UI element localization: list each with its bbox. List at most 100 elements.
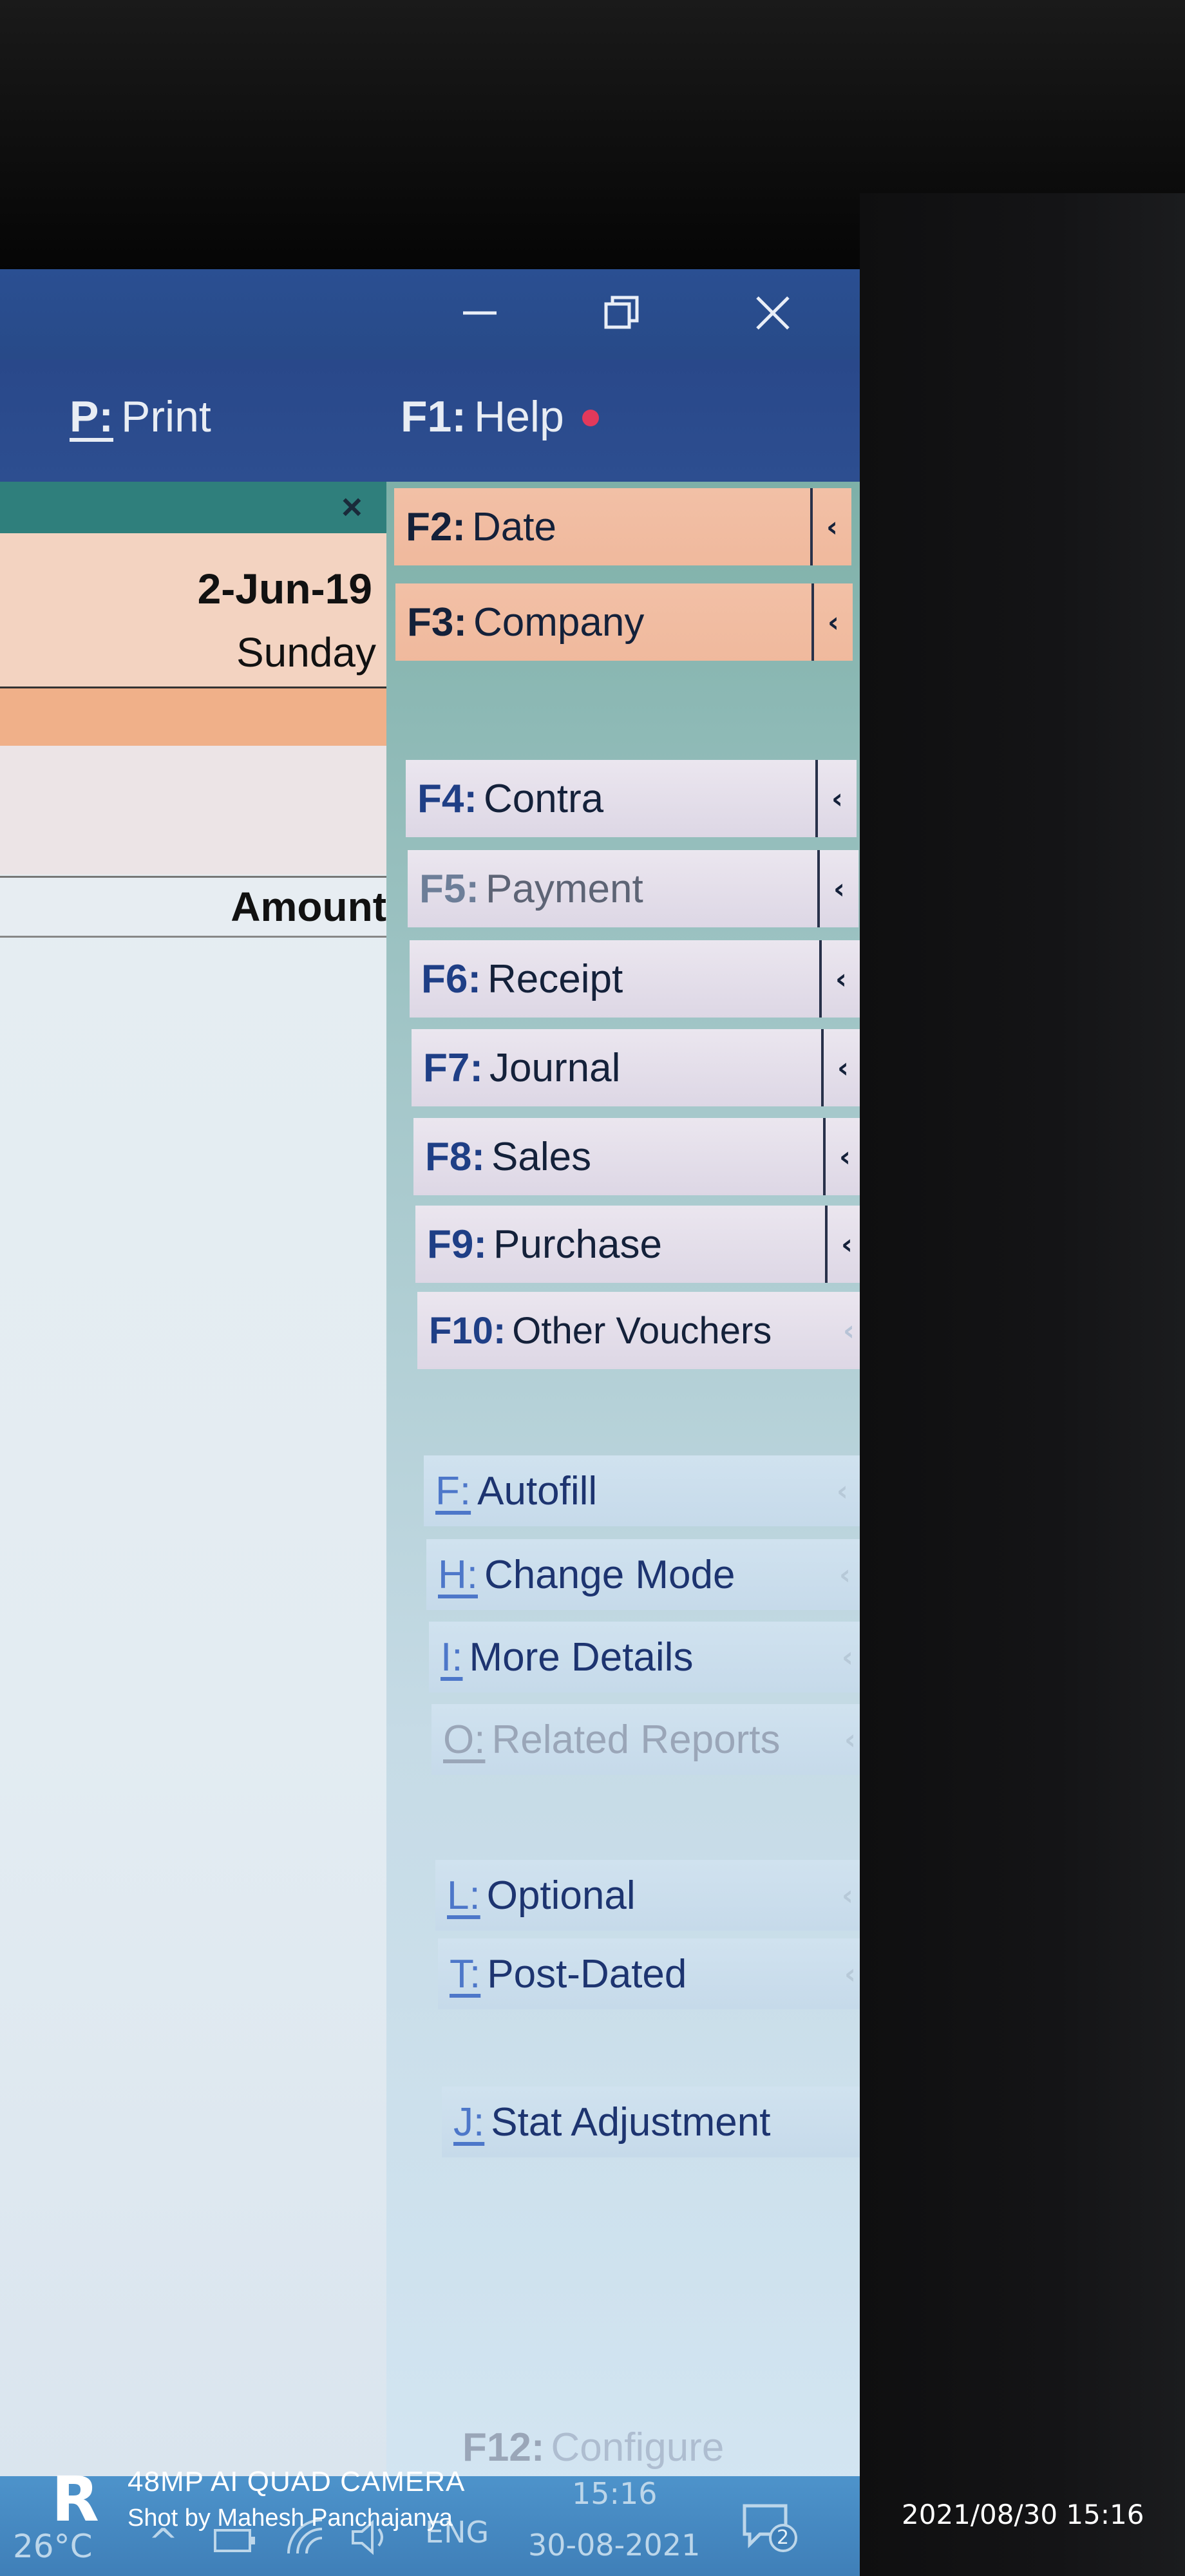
restore-button[interactable] bbox=[586, 281, 657, 345]
menu-bar: P: Print F1: Help bbox=[0, 359, 860, 482]
chevron-left-icon: ‹ bbox=[844, 1957, 857, 1991]
button-key: T: bbox=[450, 1951, 481, 1996]
button-key: F3: bbox=[407, 600, 467, 645]
help-label: Help bbox=[474, 392, 564, 441]
restore-icon bbox=[604, 296, 639, 329]
title-bar bbox=[0, 269, 860, 359]
button-key: F2: bbox=[406, 504, 466, 549]
amount-header-label: Amount bbox=[231, 884, 386, 930]
panel-close-icon[interactable]: × bbox=[341, 486, 363, 527]
voucher-day: Sunday bbox=[236, 629, 376, 676]
screen: P: Print F1: Help × 2-Jun-19 Sunday Amou… bbox=[0, 269, 860, 2576]
voucher-panel: × 2-Jun-19 Sunday Amount bbox=[0, 482, 386, 2576]
help-shortcut-key: F1: bbox=[401, 392, 466, 441]
button-label: Contra bbox=[484, 776, 604, 821]
receipt-button[interactable]: F6: Receipt ‹ bbox=[410, 940, 860, 1018]
chevron-left-icon: ‹ bbox=[810, 488, 851, 565]
button-key: L: bbox=[447, 1873, 480, 1918]
contra-button[interactable]: F4: Contra ‹ bbox=[406, 760, 857, 837]
minimize-icon bbox=[463, 311, 497, 315]
chevron-left-icon: ‹ bbox=[841, 1879, 854, 1912]
button-label: Date bbox=[472, 504, 556, 549]
chevron-left-icon: ‹ bbox=[841, 1640, 854, 1674]
button-key: F5: bbox=[419, 866, 479, 911]
button-key: H: bbox=[438, 1552, 478, 1597]
button-label: Sales bbox=[491, 1134, 592, 1179]
notification-dot-icon bbox=[582, 410, 599, 426]
chevron-left-icon: ‹ bbox=[839, 1558, 851, 1591]
button-label: Related Reports bbox=[491, 1717, 781, 1762]
monitor-bezel-right bbox=[860, 193, 1185, 2576]
button-key: F6: bbox=[421, 956, 481, 1001]
chevron-left-icon: ‹ bbox=[815, 760, 857, 837]
button-bar: F2: Date ‹ F3: Company ‹ F4: Contra ‹ F5… bbox=[386, 482, 860, 2576]
photo-timestamp: 2021/08/30 15:16 bbox=[902, 2499, 1144, 2530]
notification-icon bbox=[743, 2504, 797, 2552]
company-button[interactable]: F3: Company ‹ bbox=[395, 583, 853, 661]
button-label: Autofill bbox=[477, 1468, 598, 1513]
chevron-left-icon: ‹ bbox=[817, 850, 858, 927]
close-button[interactable] bbox=[737, 281, 808, 345]
watermark-camera-text: 48MP AI QUAD CAMERA bbox=[128, 2466, 466, 2497]
change-mode-button[interactable]: H: Change Mode ‹ bbox=[426, 1539, 860, 1610]
optional-button[interactable]: L: Optional ‹ bbox=[435, 1860, 860, 1931]
more-details-button[interactable]: I: More Details ‹ bbox=[429, 1622, 860, 1692]
button-label: Other Vouchers bbox=[512, 1309, 772, 1352]
sales-button[interactable]: F8: Sales ‹ bbox=[413, 1118, 860, 1195]
voucher-date: 2-Jun-19 bbox=[197, 565, 372, 612]
close-icon bbox=[756, 296, 790, 330]
chevron-left-icon: ‹ bbox=[811, 583, 853, 661]
button-key: F10: bbox=[429, 1309, 506, 1352]
print-shortcut-key: P: bbox=[70, 392, 113, 441]
panel-header-strip: × bbox=[0, 482, 386, 533]
button-label: Stat Adjustment bbox=[491, 2099, 771, 2145]
button-label: Post-Dated bbox=[487, 1951, 687, 1996]
journal-button[interactable]: F7: Journal ‹ bbox=[412, 1029, 860, 1106]
button-label: Configure bbox=[551, 2425, 725, 2470]
details-area bbox=[0, 746, 386, 875]
camera-brand-logo: R bbox=[52, 2463, 99, 2535]
button-key: F12: bbox=[462, 2425, 545, 2470]
button-key: F: bbox=[435, 1468, 471, 1513]
other-vouchers-button[interactable]: F10: Other Vouchers ‹ bbox=[417, 1292, 860, 1369]
purchase-button[interactable]: F9: Purchase ‹ bbox=[415, 1206, 860, 1283]
button-key: F8: bbox=[425, 1134, 485, 1179]
highlight-bar bbox=[0, 687, 386, 748]
payment-button[interactable]: F5: Payment ‹ bbox=[408, 850, 858, 927]
button-label: Receipt bbox=[488, 956, 623, 1001]
button-key: F7: bbox=[423, 1045, 483, 1090]
watermark-credit-text: Shot by Mahesh Panchajanya bbox=[128, 2505, 453, 2532]
help-menu-item[interactable]: F1: Help bbox=[401, 392, 599, 442]
notification-count: 2 bbox=[777, 2526, 790, 2549]
configure-button[interactable]: F12: Configure bbox=[451, 2415, 860, 2479]
button-label: Company bbox=[473, 600, 645, 645]
date-button[interactable]: F2: Date ‹ bbox=[394, 488, 851, 565]
button-label: More Details bbox=[469, 1634, 694, 1680]
chevron-left-icon: ‹ bbox=[823, 1118, 860, 1195]
chevron-left-icon: ‹ bbox=[836, 1474, 849, 1508]
notification-button[interactable]: 2 bbox=[741, 2502, 799, 2553]
button-label: Optional bbox=[486, 1873, 636, 1918]
button-key: O: bbox=[443, 1717, 486, 1762]
post-dated-button[interactable]: T: Post-Dated ‹ bbox=[438, 1938, 860, 2009]
related-reports-button[interactable]: O: Related Reports ‹ bbox=[431, 1704, 860, 1775]
button-label: Journal bbox=[489, 1045, 621, 1090]
button-key: F4: bbox=[417, 776, 477, 821]
button-key: J: bbox=[453, 2099, 485, 2145]
chevron-left-icon: ‹ bbox=[842, 1314, 855, 1347]
button-label: Payment bbox=[486, 866, 643, 911]
print-menu-item[interactable]: P: Print bbox=[70, 392, 211, 442]
chevron-left-icon: ‹ bbox=[819, 940, 860, 1018]
autofill-button[interactable]: F: Autofill ‹ bbox=[424, 1455, 860, 1526]
voucher-date-box: 2-Jun-19 Sunday bbox=[0, 533, 386, 687]
print-label: Print bbox=[121, 392, 211, 441]
button-key: F9: bbox=[427, 1222, 487, 1267]
chevron-left-icon: ‹ bbox=[825, 1206, 860, 1283]
amount-column-header: Amount bbox=[0, 876, 386, 938]
taskbar-time[interactable]: 15:16 bbox=[572, 2476, 658, 2511]
stat-adjustment-button[interactable]: J: Stat Adjustment bbox=[442, 2087, 860, 2157]
button-label: Change Mode bbox=[484, 1552, 735, 1597]
taskbar-date[interactable]: 30-08-2021 bbox=[528, 2528, 700, 2562]
minimize-button[interactable] bbox=[444, 281, 515, 345]
chevron-left-icon: ‹ bbox=[844, 1723, 857, 1756]
